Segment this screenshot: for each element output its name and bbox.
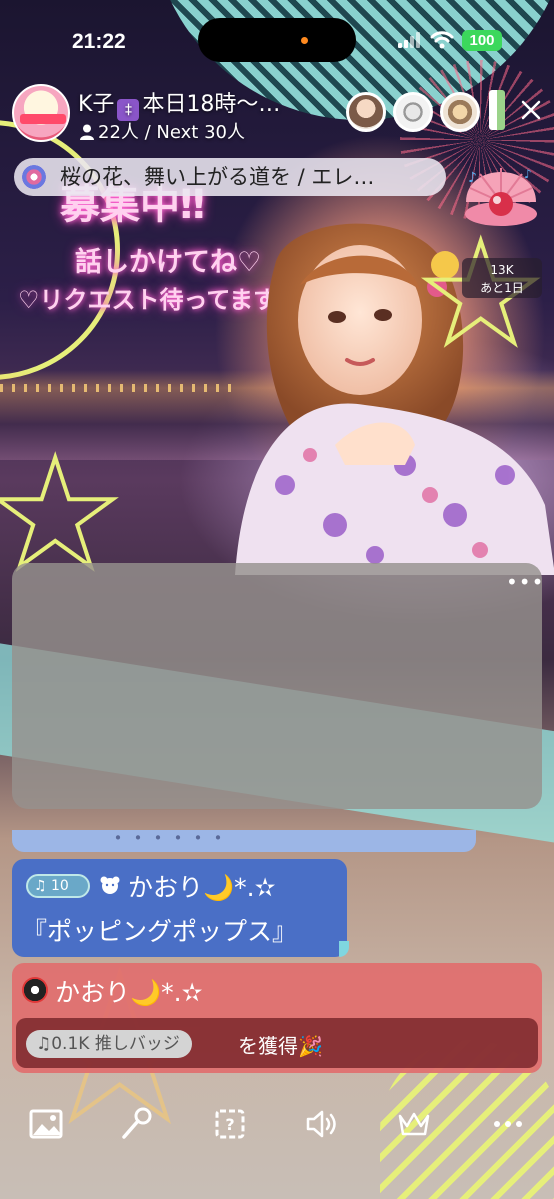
microphone-button[interactable]	[116, 1104, 156, 1144]
event-badge-count: 13K	[490, 263, 514, 277]
close-icon	[521, 100, 541, 120]
more-icon	[494, 1121, 522, 1127]
close-button[interactable]	[514, 92, 548, 128]
chat-username[interactable]: かおり🌙*.✫	[55, 973, 203, 1009]
chat-message-partial: ・・・・・・	[12, 830, 476, 852]
image-button[interactable]	[26, 1104, 66, 1144]
dynamic-island	[198, 18, 356, 62]
viewer-count-text: 22人 / Next 30人	[98, 122, 245, 143]
video-more-button[interactable]: •••	[506, 572, 544, 592]
song-request-badge: ♫ 10	[26, 874, 90, 898]
shell-gift-icon[interactable]: ♪ ♪	[460, 152, 542, 232]
viewer-avatar[interactable]	[393, 92, 433, 132]
volume-button[interactable]	[302, 1104, 342, 1144]
viewer-avatar[interactable]	[440, 92, 480, 132]
person-icon	[80, 124, 94, 140]
viewer-avatar[interactable]	[346, 92, 386, 132]
battery-indicator: 100	[462, 30, 502, 51]
chat-message-text: 『ポッピングポップス』	[22, 917, 298, 946]
oshi-badge-pill: ♫0.1K 推しバッジ	[26, 1030, 192, 1058]
crown-icon	[398, 1112, 430, 1136]
more-button[interactable]	[488, 1104, 528, 1144]
now-playing-bar[interactable]: 桜の花、舞い上がる道を / エレ…	[14, 158, 446, 196]
svg-text:?: ?	[225, 1115, 234, 1134]
host-title-text: 本日18時〜…	[142, 92, 281, 117]
wifi-icon	[430, 31, 454, 49]
music-disc-icon	[22, 165, 46, 189]
image-icon	[29, 1109, 63, 1139]
question-icon: ?	[215, 1109, 245, 1139]
microphone-icon	[122, 1107, 152, 1139]
bear-icon	[100, 876, 120, 894]
svg-text:♪: ♪	[468, 170, 477, 186]
gift-indicator[interactable]	[489, 90, 505, 130]
event-badge[interactable]: 13K あと1日	[462, 258, 542, 298]
video-card[interactable]	[12, 563, 542, 809]
badge-acquired-text: を獲得🎉	[238, 1034, 323, 1058]
event-badge-remaining: あと1日	[480, 281, 524, 295]
chat-username[interactable]: かおり🌙*.✫	[128, 868, 276, 904]
viewer-count: 22人 / Next 30人	[80, 118, 245, 144]
ranking-button[interactable]	[394, 1104, 434, 1144]
user-avatar[interactable]	[22, 977, 48, 1003]
speaker-icon	[306, 1110, 336, 1138]
recording-indicator-icon	[301, 37, 308, 44]
host-name[interactable]: K子 ‡ 本日18時〜…	[78, 86, 280, 121]
host-name-text: K子	[78, 92, 115, 117]
cellular-signal-icon	[398, 32, 420, 48]
status-time: 21:22	[72, 30, 126, 53]
decor-lantern-lights	[0, 384, 240, 392]
quiz-button[interactable]: ?	[210, 1104, 250, 1144]
host-avatar[interactable]	[12, 84, 70, 142]
svg-text:♪: ♪	[524, 167, 532, 181]
